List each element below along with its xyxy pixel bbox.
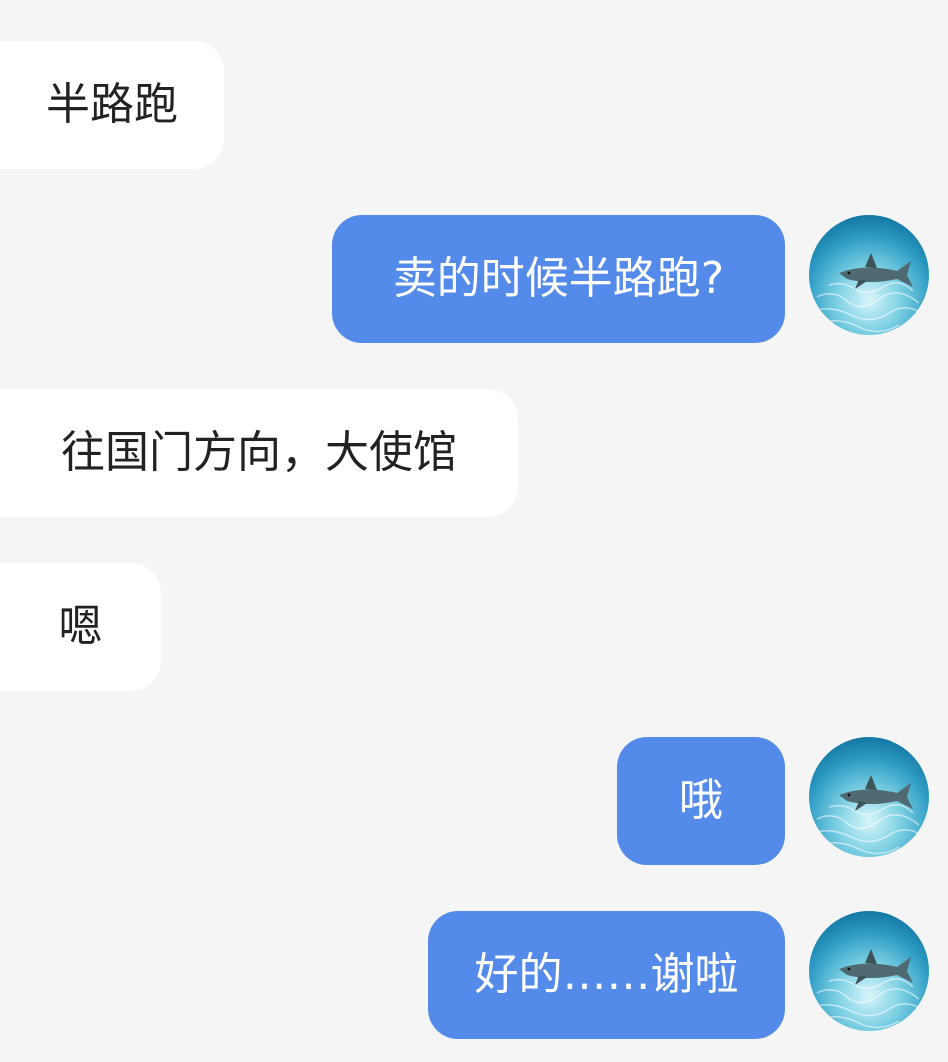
message-text: 卖的时候半路跑? bbox=[392, 253, 725, 304]
message-bubble-outgoing[interactable]: 好的……谢啦 bbox=[428, 911, 785, 1039]
message-text: 半路跑 bbox=[46, 79, 178, 130]
my-avatar[interactable] bbox=[809, 911, 929, 1031]
message-bubble-incoming[interactable]: 半路跑 bbox=[0, 41, 224, 169]
my-avatar[interactable] bbox=[809, 215, 929, 335]
shark-avatar-icon bbox=[809, 911, 929, 1031]
message-text: 嗯 bbox=[58, 601, 103, 652]
message-text: 往国门方向，大使馆 bbox=[61, 427, 457, 478]
message-text: 好的……谢啦 bbox=[474, 949, 739, 1000]
shark-avatar-icon bbox=[809, 215, 929, 335]
message-bubble-outgoing[interactable]: 卖的时候半路跑? bbox=[332, 215, 785, 343]
message-bubble-incoming[interactable]: 往国门方向，大使馆 bbox=[0, 389, 518, 517]
shark-avatar-icon bbox=[809, 737, 929, 857]
my-avatar[interactable] bbox=[809, 737, 929, 857]
message-bubble-outgoing[interactable]: 哦 bbox=[617, 737, 785, 865]
message-text: 哦 bbox=[679, 775, 723, 826]
message-bubble-incoming[interactable]: 嗯 bbox=[0, 563, 161, 691]
